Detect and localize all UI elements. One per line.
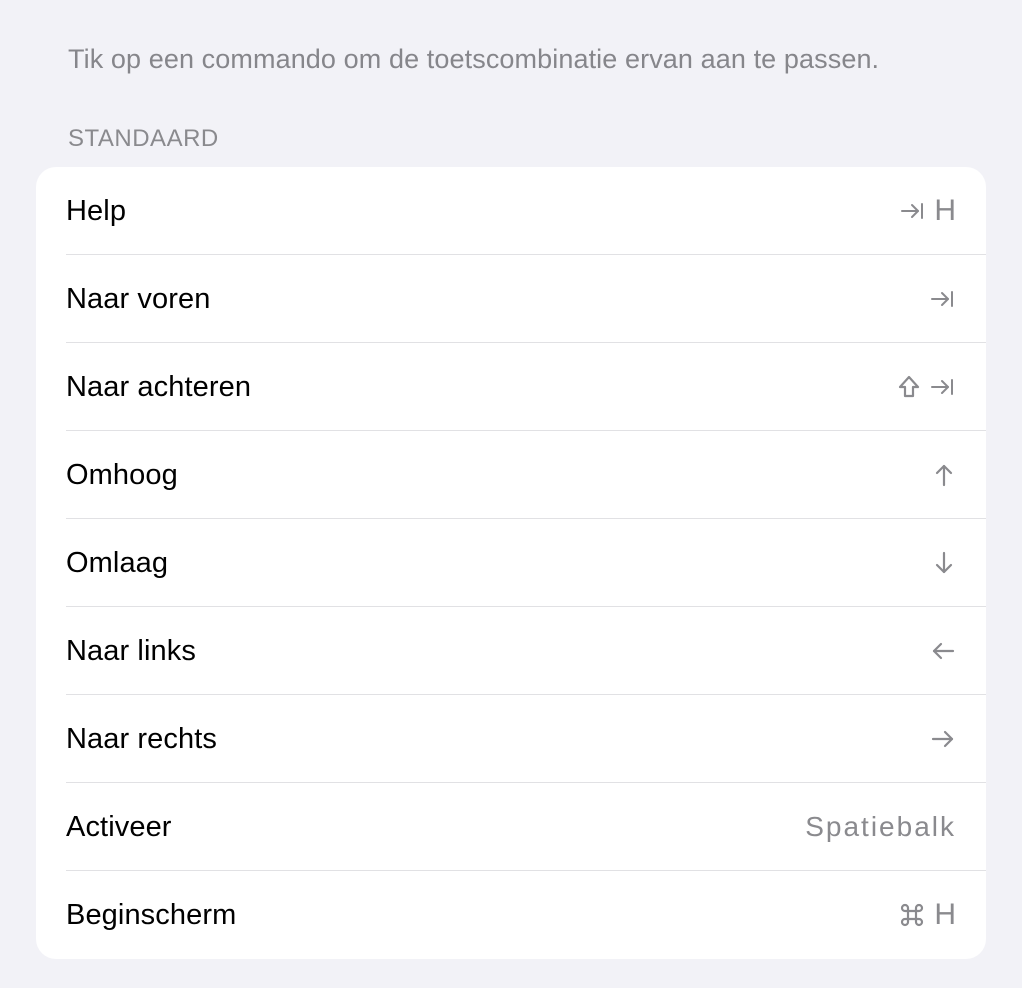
- command-label: Activeer: [66, 811, 172, 844]
- shortcut-display: Spatiebalk: [805, 811, 956, 843]
- shortcuts-list: Help H Naar voren Naar achteren: [36, 167, 986, 959]
- command-row-naar-achteren[interactable]: Naar achteren: [36, 343, 986, 431]
- command-label: Omhoog: [66, 459, 178, 492]
- command-row-naar-voren[interactable]: Naar voren: [36, 255, 986, 343]
- shortcut-display: H: [900, 194, 956, 228]
- shortcut-display: [932, 462, 956, 488]
- command-row-beginscherm[interactable]: Beginscherm H: [36, 871, 986, 959]
- shortcut-display: [932, 550, 956, 576]
- arrow-left-icon: [930, 639, 956, 663]
- shortcut-display: [896, 374, 956, 400]
- command-label: Naar achteren: [66, 371, 251, 404]
- command-row-activeer[interactable]: Activeer Spatiebalk: [36, 783, 986, 871]
- command-row-omlaag[interactable]: Omlaag: [36, 519, 986, 607]
- arrow-down-icon: [932, 550, 956, 576]
- shortcut-display: [930, 639, 956, 663]
- arrow-up-icon: [932, 462, 956, 488]
- command-label: Beginscherm: [66, 899, 236, 932]
- shortcut-display: [930, 727, 956, 751]
- tab-icon: [930, 377, 956, 397]
- shortcut-display: [930, 289, 956, 309]
- command-label: Naar voren: [66, 283, 210, 316]
- intro-text: Tik op een commando om de toetscombinati…: [68, 42, 962, 77]
- shortcut-text: Spatiebalk: [805, 811, 956, 843]
- command-icon: [898, 901, 926, 929]
- command-label: Naar links: [66, 635, 196, 668]
- tab-icon: [930, 289, 956, 309]
- command-row-naar-links[interactable]: Naar links: [36, 607, 986, 695]
- command-row-help[interactable]: Help H: [36, 167, 986, 255]
- shift-icon: [896, 374, 922, 400]
- section-header-standaard: Standaard: [68, 125, 986, 153]
- command-label: Help: [66, 195, 126, 228]
- command-label: Omlaag: [66, 547, 168, 580]
- shortcut-display: H: [898, 898, 956, 932]
- command-label: Naar rechts: [66, 723, 217, 756]
- letter-glyph: H: [934, 898, 956, 932]
- command-row-omhoog[interactable]: Omhoog: [36, 431, 986, 519]
- arrow-right-icon: [930, 727, 956, 751]
- letter-glyph: H: [934, 194, 956, 228]
- tab-icon: [900, 201, 926, 221]
- command-row-naar-rechts[interactable]: Naar rechts: [36, 695, 986, 783]
